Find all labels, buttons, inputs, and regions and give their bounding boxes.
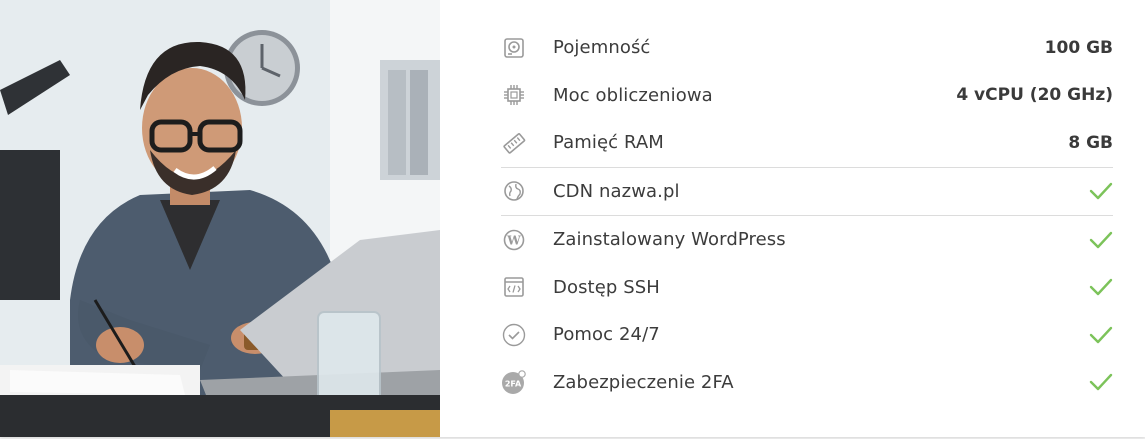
specs-list: Pojemność 100 GB Moc obliczeniowa 4 vCPU… (501, 24, 1113, 406)
spec-label: Zainstalowany WordPress (553, 229, 786, 251)
spec-row-2fa: 2FA Zabezpieczenie 2FA (501, 359, 1113, 407)
hero-photo (0, 0, 440, 437)
wordpress-icon: W (501, 227, 527, 253)
spec-row-ssh: Dostęp SSH (501, 264, 1113, 312)
2fa-badge-icon: 2FA (501, 369, 527, 395)
hosting-plan-card: Pojemność 100 GB Moc obliczeniowa 4 vCPU… (0, 0, 1145, 437)
spec-row-wordpress: W Zainstalowany WordPress (501, 216, 1113, 264)
spec-row-cpu: Moc obliczeniowa 4 vCPU (20 GHz) (501, 72, 1113, 120)
spec-row-ram: Pamięć RAM 8 GB (501, 119, 1113, 167)
spec-label: Zabezpieczenie 2FA (553, 371, 734, 393)
spec-label: Pamięć RAM (553, 132, 664, 154)
cpu-icon (501, 82, 527, 108)
spec-label: CDN nazwa.pl (553, 180, 680, 202)
hdd-icon (501, 35, 527, 61)
spec-row-storage: Pojemność 100 GB (501, 24, 1113, 72)
spec-row-cdn: CDN nazwa.pl (501, 168, 1113, 216)
check-circle-icon (501, 322, 527, 348)
svg-text:W: W (506, 233, 521, 247)
checkmark-icon (1089, 179, 1113, 203)
code-window-icon (501, 274, 527, 300)
globe-icon (501, 178, 527, 204)
spec-row-support: Pomoc 24/7 (501, 311, 1113, 359)
spec-label: Pojemność (553, 37, 651, 59)
spec-label: Moc obliczeniowa (553, 84, 713, 106)
spec-value: 4 vCPU (20 GHz) (956, 85, 1113, 106)
ram-icon (501, 130, 527, 156)
checkmark-icon (1089, 323, 1113, 347)
checkmark-icon (1089, 228, 1113, 252)
spec-value: 8 GB (1068, 132, 1113, 153)
spec-label: Dostęp SSH (553, 276, 660, 298)
spec-value: 100 GB (1044, 37, 1113, 58)
checkmark-icon (1089, 275, 1113, 299)
spec-label: Pomoc 24/7 (553, 324, 660, 346)
svg-text:2FA: 2FA (505, 380, 522, 389)
photo-man-at-desk-illustration (0, 0, 440, 437)
checkmark-icon (1089, 370, 1113, 394)
